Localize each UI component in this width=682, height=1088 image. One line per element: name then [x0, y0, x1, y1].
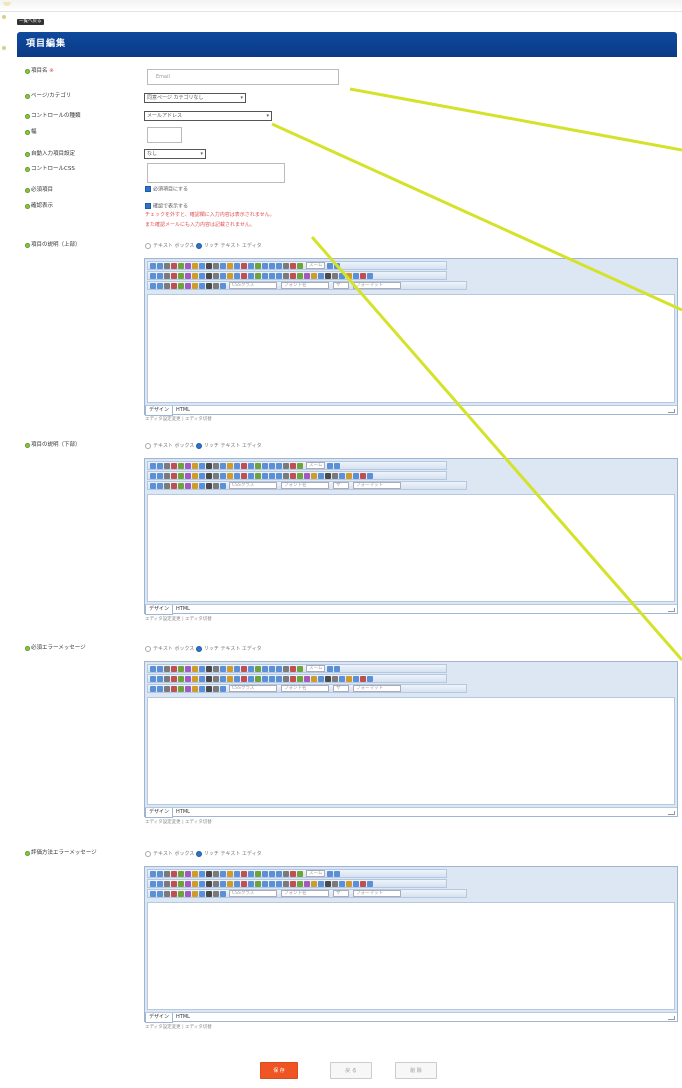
annotation-line	[310, 236, 682, 661]
annotation-line	[271, 122, 682, 312]
page: 一覧へ戻る 項目編集 項目名 ※ Email ページ/カテゴリ 同意ページ カテ…	[0, 0, 682, 1088]
annotation-line	[349, 87, 682, 152]
annotation-lines	[271, 87, 682, 661]
